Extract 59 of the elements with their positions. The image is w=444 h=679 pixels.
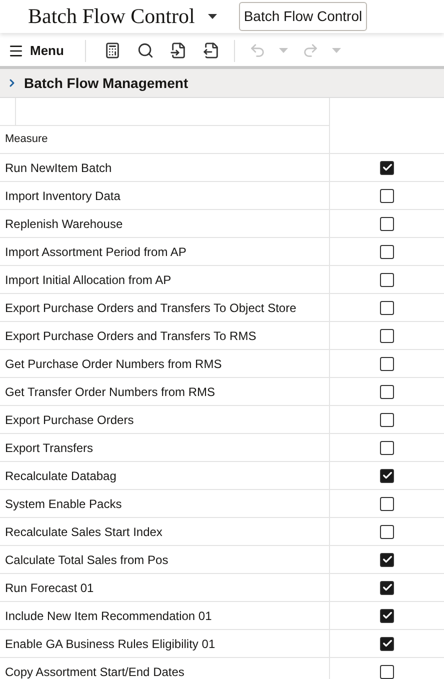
check-icon (382, 638, 392, 649)
menu-icon (8, 42, 24, 58)
checkbox[interactable] (380, 412, 394, 426)
check-icon (382, 582, 392, 593)
checkbox[interactable] (380, 272, 394, 286)
row-label: Get Transfer Order Numbers from RMS (0, 378, 330, 405)
check-icon (382, 610, 392, 621)
page-title: Batch Flow Control (28, 2, 195, 30)
caret-icon (208, 14, 218, 19)
checkbox[interactable] (380, 524, 394, 538)
check-icon (382, 470, 392, 481)
menu-button[interactable]: Menu (8, 40, 64, 60)
checkbox[interactable] (380, 636, 394, 650)
row-label: Export Purchase Orders and Transfers To RMS (0, 322, 330, 349)
search-icon (136, 42, 154, 59)
checkbox[interactable] (380, 664, 394, 678)
check-icon (382, 554, 392, 565)
checkbox[interactable] (380, 244, 394, 258)
row-label: Calculate Total Sales from Pos (0, 546, 330, 573)
view-tab[interactable]: Batch Flow Control (238, 2, 368, 31)
caret-icon (332, 48, 342, 53)
row-label: Recalculate Sales Start Index (0, 518, 330, 545)
checkbox[interactable] (380, 216, 394, 230)
checkbox[interactable] (380, 496, 394, 510)
calculator-icon (104, 42, 121, 59)
checkbox[interactable] (380, 440, 394, 454)
row-label: Include New Item Recommendation 01 (0, 602, 330, 629)
undo-icon (248, 42, 266, 59)
checkbox[interactable] (380, 580, 394, 594)
row-label: Import Assortment Period from AP (0, 238, 330, 265)
document-icon (202, 42, 220, 59)
row-label: Replenish Warehouse (0, 210, 330, 237)
redo-icon (302, 42, 319, 59)
row-label: Export Purchase Orders (0, 406, 330, 433)
row-label: Enable GA Business Rules Eligibility 01 (0, 630, 330, 657)
caret-icon (279, 48, 288, 53)
section-header[interactable]: Batch Flow Management (0, 69, 444, 98)
checkbox[interactable] (380, 160, 394, 174)
row-label: Copy Assortment Start/End Dates (0, 658, 330, 679)
document-icon (170, 42, 187, 59)
checkbox[interactable] (380, 300, 394, 314)
checkbox[interactable] (380, 384, 394, 398)
checkbox[interactable] (380, 356, 394, 370)
row-label: Import Initial Allocation from AP (0, 266, 330, 293)
row-label: Get Purchase Order Numbers from RMS (0, 350, 330, 377)
checkbox[interactable] (380, 188, 394, 202)
row-label: System Enable Packs (0, 490, 330, 517)
row-label: Run NewItem Batch (0, 154, 330, 181)
checkbox[interactable] (380, 328, 394, 342)
row-label: Run Forecast 01 (0, 574, 330, 601)
column-header: Measure (0, 126, 330, 153)
row-label: Export Transfers (0, 434, 330, 461)
row-label: Recalculate Databag (0, 462, 330, 489)
checkbox[interactable] (380, 468, 394, 482)
checkbox[interactable] (380, 552, 394, 566)
checkbox[interactable] (380, 608, 394, 622)
check-icon (382, 162, 392, 173)
row-label: Export Purchase Orders and Transfers To Object Store (0, 294, 330, 321)
row-label: Import Inventory Data (0, 182, 330, 209)
